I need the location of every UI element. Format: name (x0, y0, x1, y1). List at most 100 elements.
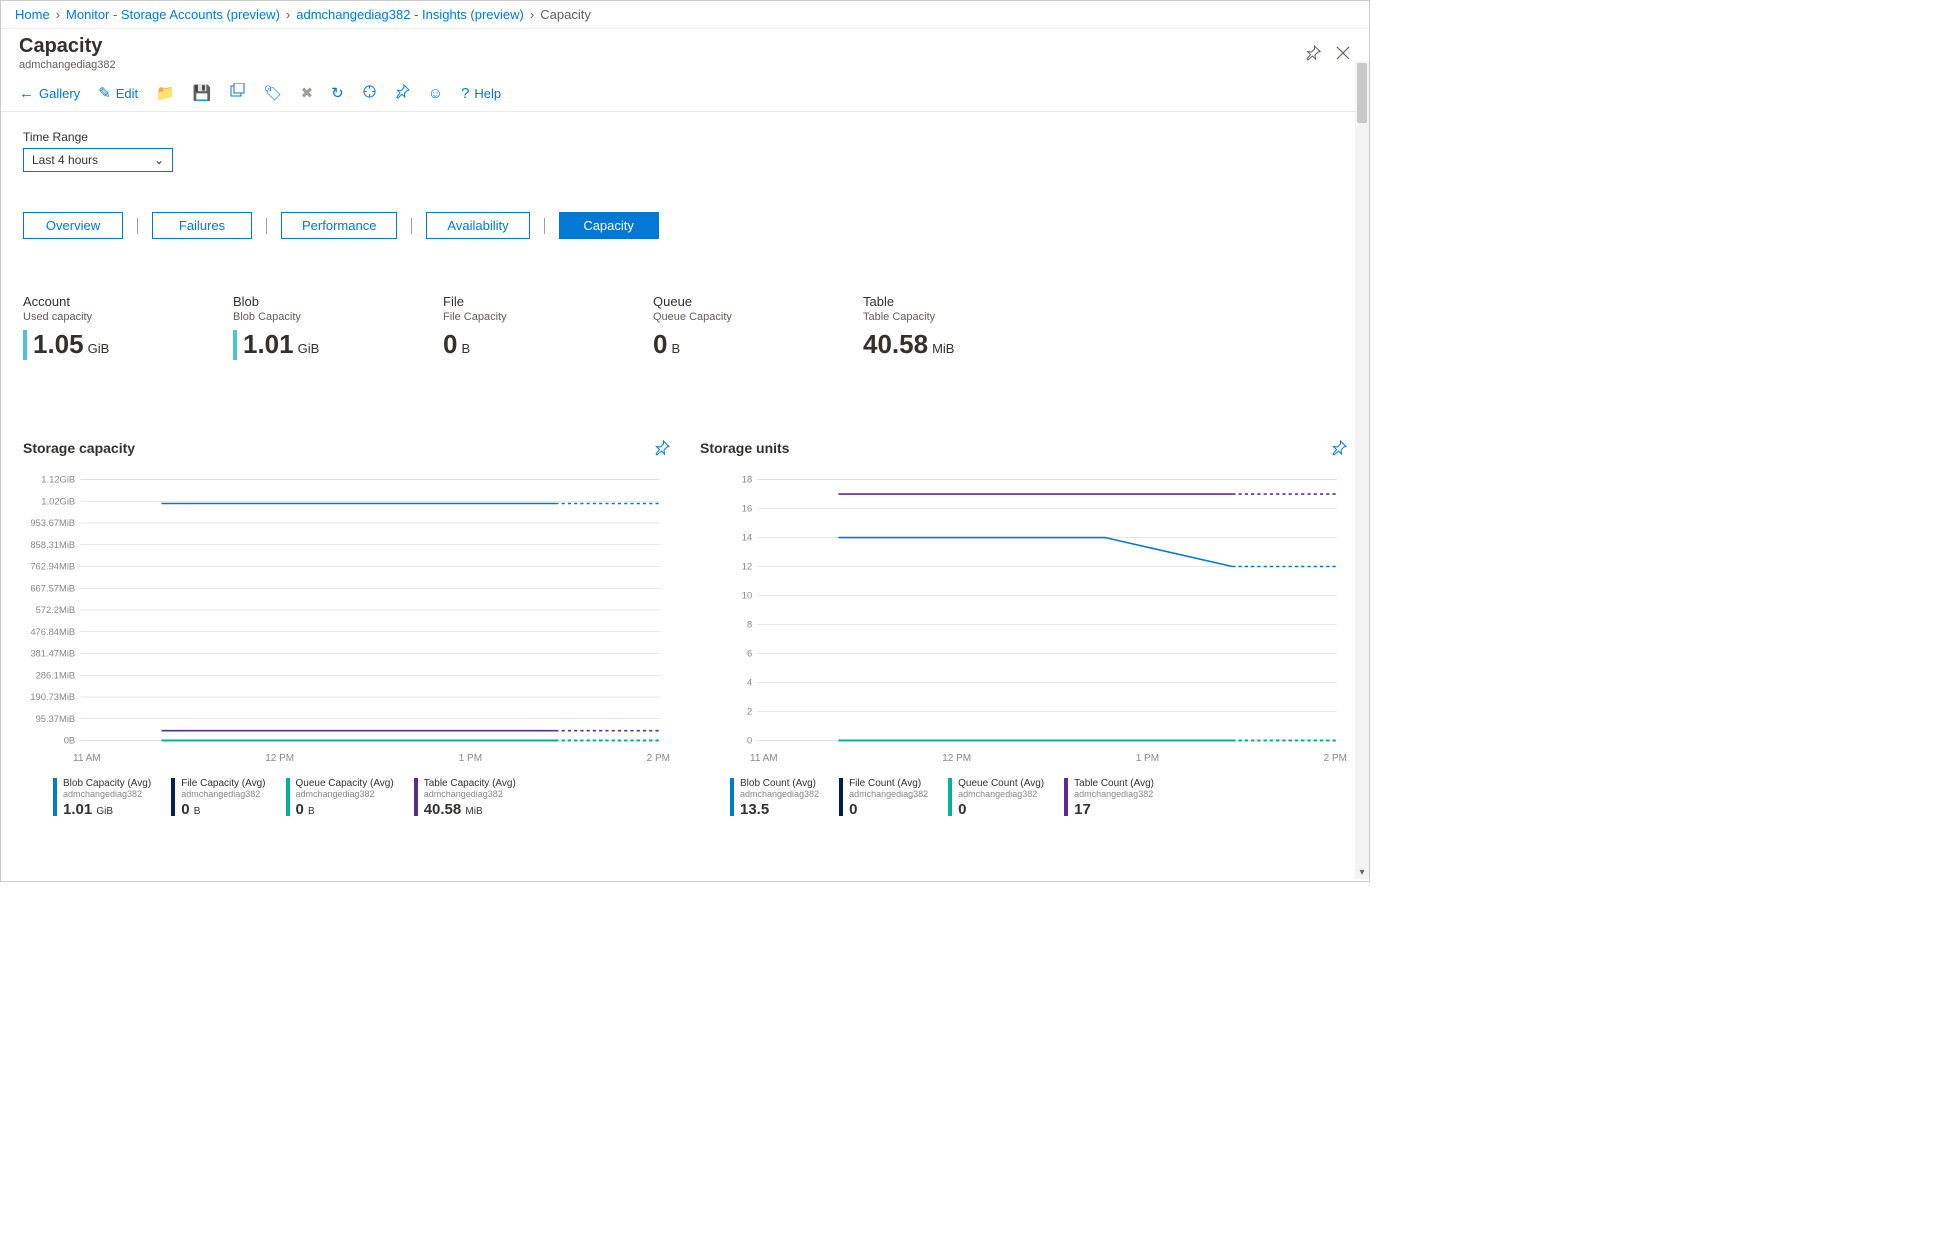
svg-text:190.73MiB: 190.73MiB (30, 691, 75, 702)
metric-subtitle: Used capacity (23, 311, 143, 323)
feedback-button[interactable]: ☺ (428, 85, 443, 102)
breadcrumb-home[interactable]: Home (15, 7, 50, 22)
arrow-left-icon: ← (19, 85, 34, 102)
legend-item: Queue Capacity (Avg)admchangediag3820 B (286, 778, 394, 818)
svg-text:18: 18 (742, 474, 752, 485)
legend-item: Table Capacity (Avg)admchangediag38240.5… (414, 778, 516, 818)
svg-text:2: 2 (747, 706, 752, 717)
refresh-button[interactable]: ↻ (331, 84, 344, 102)
legend-value: 0 (958, 801, 1044, 818)
metric-title: Table (863, 294, 983, 309)
tab-performance[interactable]: Performance (281, 212, 397, 239)
legend-value: 40.58 MiB (424, 801, 516, 818)
legend-color-bar (53, 778, 57, 816)
legend-value: 0 B (296, 801, 394, 818)
legend-color-bar (948, 778, 952, 816)
breadcrumb-insights[interactable]: admchangediag382 - Insights (preview) (296, 7, 524, 22)
pin-icon (395, 84, 410, 103)
chevron-right-icon: › (530, 7, 534, 22)
legend-sub: admchangediag382 (296, 789, 394, 799)
pin-icon[interactable] (1305, 45, 1321, 61)
legend-sub: admchangediag382 (181, 789, 265, 799)
scroll-down-icon[interactable]: ▾ (1355, 865, 1369, 879)
pin-toolbar-button[interactable] (395, 84, 410, 103)
share-button[interactable] (362, 84, 377, 103)
x-icon: ✖ (301, 84, 314, 102)
legend-name: File Count (Avg) (849, 778, 928, 789)
svg-text:1.12GiB: 1.12GiB (41, 474, 75, 485)
metric-value: 1.05 (33, 329, 84, 360)
svg-text:12: 12 (742, 561, 752, 572)
gallery-button[interactable]: ← Gallery (19, 85, 80, 102)
tab-capacity[interactable]: Capacity (559, 212, 659, 239)
save-as-button[interactable] (230, 83, 246, 103)
legend-value: 13.5 (740, 801, 819, 818)
chart-storage-capacity: Storage capacity1.12GiB1.02GiB953.67MiB8… (23, 440, 670, 818)
tab-separator (266, 218, 267, 234)
chart-legend: Blob Capacity (Avg)admchangediag3821.01 … (23, 778, 670, 818)
legend-color-bar (414, 778, 418, 816)
metric-value: 0 (653, 329, 667, 360)
delete-button[interactable]: ✖ (301, 84, 314, 102)
chevron-right-icon: › (56, 7, 60, 22)
tabs-row: Overview Failures Performance Availability C… (23, 212, 1347, 239)
save-button[interactable]: 💾 (193, 84, 212, 102)
legend-item: Queue Count (Avg)admchangediag3820 (948, 778, 1044, 818)
legend-color-bar (730, 778, 734, 816)
metric-subtitle: File Capacity (443, 311, 563, 323)
metric-unit: MiB (932, 341, 954, 360)
question-icon: ? (461, 85, 469, 102)
chart-area: 181614121086420 (700, 470, 1347, 750)
pin-chart-icon[interactable] (1331, 440, 1347, 456)
tab-separator (544, 218, 545, 234)
help-label: Help (474, 86, 501, 101)
accent-bar (23, 330, 27, 360)
svg-text:4: 4 (747, 677, 752, 688)
legend-item: Table Count (Avg)admchangediag38217 (1064, 778, 1154, 818)
scrollbar-vertical[interactable]: ▾ (1355, 61, 1369, 879)
svg-text:286.1MiB: 286.1MiB (36, 669, 76, 680)
refresh-icon: ↻ (331, 84, 344, 102)
svg-text:10: 10 (742, 590, 752, 601)
svg-text:8: 8 (747, 619, 752, 630)
legend-item: Blob Capacity (Avg)admchangediag3821.01 … (53, 778, 151, 818)
svg-text:953.67MiB: 953.67MiB (30, 517, 75, 528)
legend-sub: admchangediag382 (1074, 789, 1154, 799)
close-icon[interactable] (1335, 45, 1351, 61)
chevron-right-icon: › (286, 7, 290, 22)
time-range-dropdown[interactable]: Last 4 hours ⌄ (23, 148, 173, 172)
legend-item: File Count (Avg)admchangediag3820 (839, 778, 928, 818)
tag-icon: 🏷 (264, 84, 283, 102)
legend-sub: admchangediag382 (740, 789, 819, 799)
pencil-icon: ✎ (98, 84, 111, 102)
metric-unit: B (671, 341, 680, 360)
tag-button[interactable]: 🏷 (264, 84, 283, 102)
help-button[interactable]: ? Help (461, 85, 501, 102)
legend-sub: admchangediag382 (63, 789, 151, 799)
metric-table: TableTable Capacity40.58MiB (863, 294, 983, 360)
edit-button[interactable]: ✎ Edit (98, 84, 138, 102)
tab-overview[interactable]: Overview (23, 212, 123, 239)
tab-separator (411, 218, 412, 234)
x-axis-ticks: 11 AM12 PM1 PM2 PM (23, 750, 670, 764)
legend-value: 0 (849, 801, 928, 818)
open-button[interactable]: 📁 (156, 84, 175, 102)
metric-account: AccountUsed capacity1.05GiB (23, 294, 143, 360)
metric-unit: GiB (298, 341, 320, 360)
svg-text:858.31MiB: 858.31MiB (30, 539, 75, 550)
metric-value: 40.58 (863, 329, 928, 360)
metric-title: Blob (233, 294, 353, 309)
tab-availability[interactable]: Availability (426, 212, 529, 239)
metric-value: 0 (443, 329, 457, 360)
pin-chart-icon[interactable] (654, 440, 670, 456)
scrollbar-thumb[interactable] (1357, 63, 1367, 123)
tab-failures[interactable]: Failures (152, 212, 252, 239)
svg-text:667.57MiB: 667.57MiB (30, 582, 75, 593)
metric-unit: GiB (88, 341, 110, 360)
metric-unit: B (461, 341, 470, 360)
svg-text:6: 6 (747, 648, 752, 659)
chevron-down-icon: ⌄ (154, 153, 164, 167)
chart-title: Storage capacity (23, 440, 135, 456)
breadcrumb-monitor[interactable]: Monitor - Storage Accounts (preview) (66, 7, 280, 22)
folder-icon: 📁 (156, 84, 175, 102)
